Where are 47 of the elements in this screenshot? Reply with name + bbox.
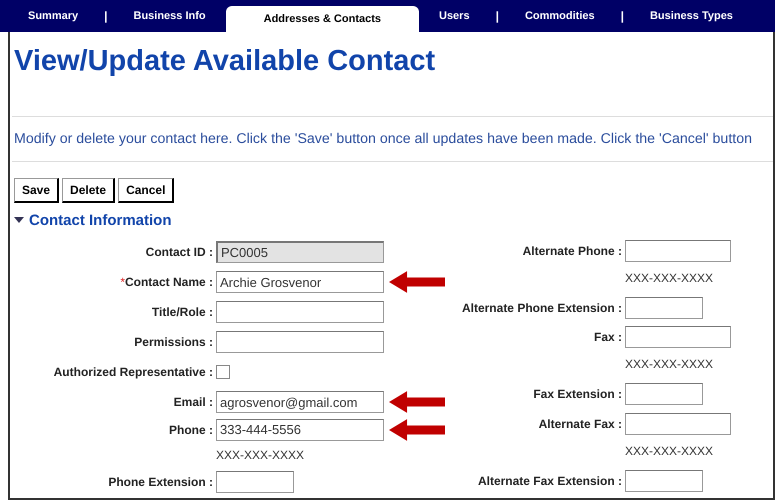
tab-separator: | bbox=[494, 8, 500, 25]
field-label: Alternate Fax Extension : bbox=[478, 474, 622, 488]
text-field[interactable] bbox=[625, 296, 703, 319]
field-label: Permissions : bbox=[134, 335, 213, 349]
nav-tab[interactable]: Addresses & Contacts bbox=[226, 6, 419, 32]
nav-tab[interactable]: Users bbox=[419, 0, 490, 32]
nav-tab[interactable]: Commodities bbox=[504, 0, 615, 32]
text-field[interactable] bbox=[625, 240, 731, 262]
field-label: Fax Extension : bbox=[533, 387, 622, 402]
field-label: Alternate Phone Extension : bbox=[462, 300, 622, 315]
field-label: Email : bbox=[174, 395, 213, 409]
instructions-text: Modify or delete your contact here. Click the 'Save' button once all updates have been made. Click the 'Cancel' button bbox=[13, 130, 753, 147]
action-button[interactable]: Delete bbox=[62, 178, 116, 203]
field-label: Alternate Fax : bbox=[538, 416, 622, 431]
format-hint: XXX-XXX-XXXX bbox=[625, 357, 714, 372]
field-label: Fax : bbox=[594, 330, 622, 344]
text-field[interactable] bbox=[625, 326, 731, 348]
format-hint: XXX-XXX-XXXX bbox=[625, 270, 714, 285]
format-hint: XXX-XXX-XXXX bbox=[625, 444, 714, 458]
caret-icon[interactable] bbox=[14, 216, 24, 224]
text-field[interactable] bbox=[625, 470, 703, 492]
action-button[interactable]: Cancel bbox=[118, 178, 174, 203]
checkbox[interactable] bbox=[216, 365, 230, 379]
text-field[interactable] bbox=[625, 383, 703, 406]
text-field[interactable] bbox=[216, 331, 384, 353]
tab-separator: | bbox=[103, 8, 108, 25]
field-label: Title/Role : bbox=[152, 305, 213, 319]
nav-tab[interactable]: Business Types bbox=[630, 0, 753, 32]
text-field[interactable]: agrosvenor@gmail.com bbox=[216, 391, 384, 413]
text-field[interactable] bbox=[216, 301, 384, 323]
field-label: Authorized Representative : bbox=[54, 365, 213, 379]
field-label: Phone Extension : bbox=[108, 475, 213, 489]
nav-tab[interactable]: Business Info bbox=[114, 0, 226, 32]
field-label: Alternate Phone : bbox=[522, 244, 622, 258]
text-field[interactable] bbox=[625, 412, 731, 435]
nav-tab[interactable]: Summary bbox=[8, 0, 98, 32]
tab-separator: | bbox=[620, 8, 625, 25]
section-heading: Contact Information bbox=[29, 212, 172, 228]
page-title: View/Update Available Contact bbox=[13, 44, 436, 79]
field-label: Contact ID : bbox=[146, 245, 213, 259]
field-label: *Contact Name : bbox=[120, 275, 213, 289]
action-button[interactable]: Save bbox=[14, 178, 60, 203]
field-label: Phone : bbox=[169, 422, 213, 436]
format-hint: XXX-XXX-XXXX bbox=[216, 448, 304, 462]
text-field[interactable]: Archie Grosvenor bbox=[216, 271, 384, 293]
text-field[interactable] bbox=[216, 471, 294, 493]
text-field[interactable]: 333-444-5556 bbox=[216, 418, 384, 440]
